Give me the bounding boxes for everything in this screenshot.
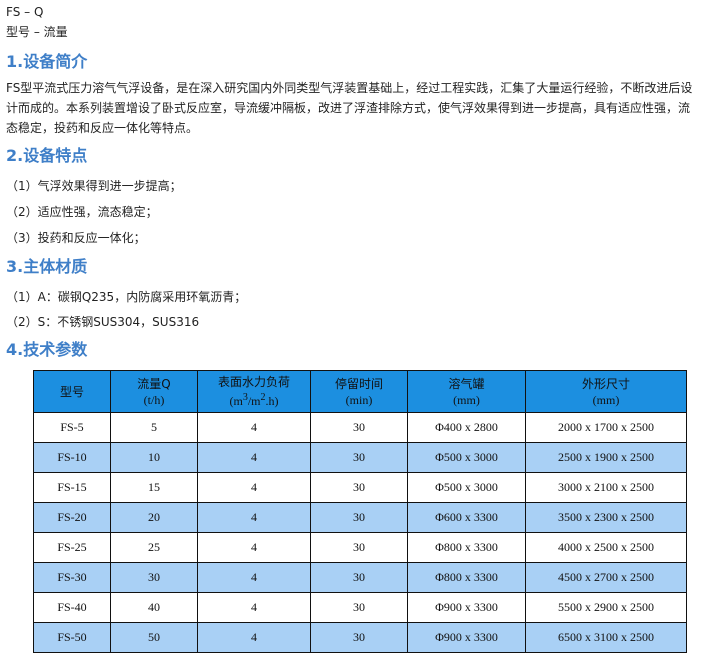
section-title-intro: 1.设备简介 [6, 52, 88, 71]
surface-load-unit: (m3/m2.h) [229, 392, 279, 408]
cell-surface-load: 4 [197, 412, 311, 443]
cell-retention-time: 30 [310, 592, 408, 623]
cell-flow: 15 [110, 472, 198, 503]
cell-retention-time: 30 [310, 562, 408, 593]
material-item: （2）S：不锈钢SUS304，SUS316 [6, 315, 200, 329]
table-row: FS-30 30 4 30 Φ800 x 3300 4500 x 2700 x 2500 [33, 562, 687, 593]
cell-model: FS-5 [33, 412, 111, 443]
feature-item: （1）气浮效果得到进一步提高； [6, 179, 182, 193]
cell-surface-load: 4 [197, 622, 311, 653]
cell-dimensions: 4500 x 2700 x 2500 [525, 562, 687, 593]
cell-tank: Φ800 x 3300 [407, 532, 526, 563]
material-item: （1）A：碳钢Q235，内防腐采用环氧沥青； [6, 290, 247, 304]
intro-paragraph: FS型平流式压力溶气气浮设备，是在深入研究国内外同类型气浮装置基础上，经过工程实… [6, 81, 693, 135]
cell-tank: Φ600 x 3300 [407, 502, 526, 533]
table-row: FS-15 15 4 30 Φ500 x 3000 3000 x 2100 x 2500 [33, 472, 687, 503]
cell-flow: 20 [110, 502, 198, 533]
cell-model: FS-25 [33, 532, 111, 563]
cell-surface-load: 4 [197, 592, 311, 623]
cell-model: FS-10 [33, 442, 111, 473]
spec-table: 型号 流量Q (t/h) 表面水力负荷 (m3/m2.h) 停留时间 (min) 溶气… [33, 370, 687, 653]
table-row: FS-50 50 4 30 Φ900 x 3300 6500 x 3100 x 2500 [33, 622, 687, 653]
cell-dimensions: 2000 x 1700 x 2500 [525, 412, 687, 443]
col-header-dissolved-air-tank: 溶气罐 (mm) [407, 370, 526, 413]
cell-flow: 10 [110, 442, 198, 473]
section-title-materials: 3.主体材质 [6, 257, 88, 276]
col-header-retention-time: 停留时间 (min) [310, 370, 408, 413]
cell-dimensions: 3500 x 2300 x 2500 [525, 502, 687, 533]
cell-dimensions: 4000 x 2500 x 2500 [525, 532, 687, 563]
section-title-specs: 4.技术参数 [6, 340, 88, 359]
cell-flow: 50 [110, 622, 198, 653]
cell-tank: Φ900 x 3300 [407, 592, 526, 623]
cell-retention-time: 30 [310, 472, 408, 503]
cell-dimensions: 6500 x 3100 x 2500 [525, 622, 687, 653]
cell-tank: Φ400 x 2800 [407, 412, 526, 443]
cell-model: FS-15 [33, 472, 111, 503]
feature-item: （3）投药和反应一体化； [6, 231, 146, 245]
cell-model: FS-20 [33, 502, 111, 533]
cell-surface-load: 4 [197, 532, 311, 563]
cell-tank: Φ900 x 3300 [407, 622, 526, 653]
cell-dimensions: 3000 x 2100 x 2500 [525, 472, 687, 503]
cell-model: FS-40 [33, 592, 111, 623]
table-row: FS-5 5 4 30 Φ400 x 2800 2000 x 1700 x 2500 [33, 412, 687, 443]
product-spec-page: FS – Q 型号 – 流量 1.设备简介 FS型平流式压力溶气气浮设备，是在深… [0, 0, 705, 658]
spec-table-header: 型号 流量Q (t/h) 表面水力负荷 (m3/m2.h) 停留时间 (min) 溶气… [33, 370, 687, 413]
cell-surface-load: 4 [197, 502, 311, 533]
cell-surface-load: 4 [197, 472, 311, 503]
cell-retention-time: 30 [310, 412, 408, 443]
cell-tank: Φ800 x 3300 [407, 562, 526, 593]
table-row: FS-20 20 4 30 Φ600 x 3300 3500 x 2300 x 2500 [33, 502, 687, 533]
cell-model: FS-50 [33, 622, 111, 653]
col-header-flow: 流量Q (t/h) [110, 370, 198, 413]
col-header-model: 型号 [33, 370, 111, 413]
cell-dimensions: 5500 x 2900 x 2500 [525, 592, 687, 623]
cell-flow: 5 [110, 412, 198, 443]
cell-surface-load: 4 [197, 442, 311, 473]
cell-retention-time: 30 [310, 502, 408, 533]
model-legend: 型号 – 流量 [6, 25, 68, 39]
cell-model: FS-30 [33, 562, 111, 593]
table-row: FS-10 10 4 30 Φ500 x 3000 2500 x 1900 x 2500 [33, 442, 687, 473]
cell-tank: Φ500 x 3000 [407, 442, 526, 473]
cell-retention-time: 30 [310, 442, 408, 473]
section-title-features: 2.设备特点 [6, 146, 88, 165]
cell-dimensions: 2500 x 1900 x 2500 [525, 442, 687, 473]
cell-retention-time: 30 [310, 532, 408, 563]
cell-flow: 25 [110, 532, 198, 563]
cell-flow: 30 [110, 562, 198, 593]
cell-tank: Φ500 x 3000 [407, 472, 526, 503]
table-row: FS-25 25 4 30 Φ800 x 3300 4000 x 2500 x 2500 [33, 532, 687, 563]
col-header-surface-load: 表面水力负荷 (m3/m2.h) [197, 370, 311, 413]
model-code: FS – Q [6, 5, 44, 19]
col-header-dimensions: 外形尺寸 (mm) [525, 370, 687, 413]
cell-flow: 40 [110, 592, 198, 623]
cell-retention-time: 30 [310, 622, 408, 653]
cell-surface-load: 4 [197, 562, 311, 593]
table-row: FS-40 40 4 30 Φ900 x 3300 5500 x 2900 x 2500 [33, 592, 687, 623]
feature-item: （2）适应性强，流态稳定； [6, 205, 158, 219]
